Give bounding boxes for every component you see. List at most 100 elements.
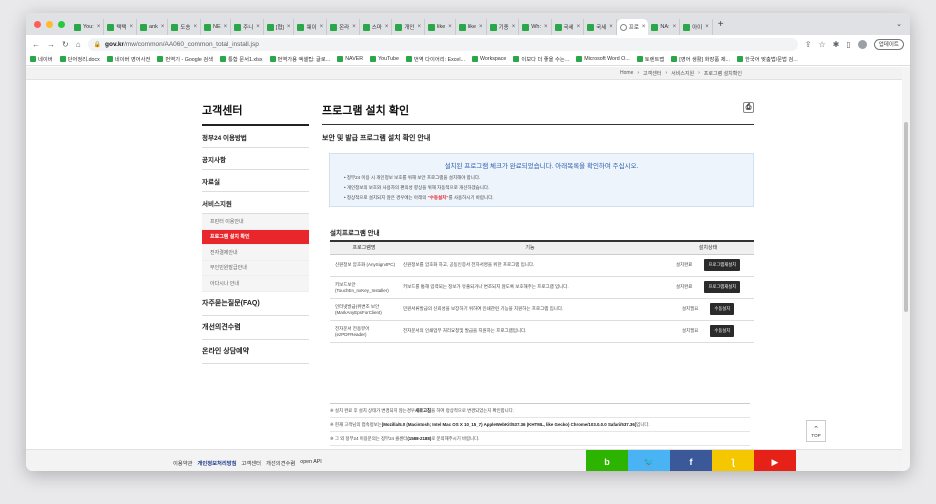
- footer-link[interactable]: 개선의견수렴: [266, 459, 295, 467]
- kakao-icon[interactable]: ƪ: [712, 450, 754, 471]
- close-tab-icon[interactable]: ×: [193, 24, 197, 30]
- install-button[interactable]: 프로그램재설치: [704, 281, 741, 293]
- footer-link[interactable]: open API: [300, 459, 322, 467]
- sidebar-subitem[interactable]: 프린터 이용안내: [202, 214, 309, 230]
- page-scrollbar[interactable]: [902, 67, 910, 471]
- browser-tab[interactable]: 웨이 ×: [294, 19, 328, 35]
- tab-search-icon[interactable]: ⌄: [896, 20, 902, 28]
- close-tab-icon[interactable]: ×: [448, 24, 452, 30]
- home-icon[interactable]: ⌂: [76, 40, 81, 49]
- close-tab-icon[interactable]: ×: [129, 24, 133, 30]
- twitter-icon[interactable]: 🐦: [628, 450, 670, 471]
- bookmark-item[interactable]: 토렌트맵: [636, 55, 664, 63]
- browser-tab[interactable]: like ×: [425, 19, 456, 35]
- footer-link[interactable]: 개인정보처리방침: [198, 459, 237, 467]
- sidebar-subitem[interactable]: 무인민원발급안내: [202, 260, 309, 276]
- browser-tab[interactable]: like ×: [456, 19, 487, 35]
- browser-tab[interactable]: 프로 ×: [616, 19, 649, 35]
- bookmark-item[interactable]: 통합 문서1.xlsx: [220, 55, 263, 63]
- extensions-icon[interactable]: ✱: [833, 40, 840, 49]
- install-button[interactable]: 수동설치: [710, 303, 735, 315]
- close-tab-icon[interactable]: ×: [479, 24, 483, 30]
- bookmark-item[interactable]: Workspace: [471, 56, 506, 62]
- new-tab-icon[interactable]: +: [718, 19, 724, 30]
- browser-tab[interactable]: NE ×: [201, 19, 232, 35]
- back-icon[interactable]: ←: [32, 40, 40, 49]
- forward-icon[interactable]: →: [47, 40, 55, 49]
- browser-tab[interactable]: 아이 ×: [680, 19, 713, 35]
- sidebar-subitem[interactable]: 전자결제안내: [202, 245, 309, 261]
- sidebar-item[interactable]: 개선의견수렴: [202, 316, 309, 340]
- browser-tab[interactable]: 주니 ×: [231, 19, 264, 35]
- browser-tab[interactable]: 온라 ×: [327, 19, 360, 35]
- breadcrumb-item[interactable]: 프로그램 설치확인: [704, 70, 742, 77]
- browser-tab[interactable]: NA: ×: [648, 19, 681, 35]
- bookmark-item[interactable]: 단어정리.docx: [59, 55, 100, 63]
- breadcrumb-item[interactable]: 서비스지원: [671, 70, 694, 77]
- browser-tab[interactable]: 스마 ×: [360, 19, 393, 35]
- sidebar-icon[interactable]: ▯: [846, 40, 850, 49]
- browser-tab[interactable]: ank ×: [137, 19, 169, 35]
- breadcrumb-item[interactable]: Home: [620, 70, 633, 77]
- sidebar-item[interactable]: 서비스지원: [202, 192, 309, 214]
- close-tab-icon[interactable]: ×: [320, 24, 324, 30]
- share-icon[interactable]: ⇪: [805, 40, 812, 49]
- browser-tab[interactable]: [협] ×: [264, 19, 295, 35]
- facebook-icon[interactable]: f: [670, 450, 712, 471]
- browser-tab[interactable]: 도송 ×: [168, 19, 201, 35]
- close-tab-icon[interactable]: ×: [97, 24, 101, 30]
- browser-tab[interactable]: 택택 ×: [104, 19, 137, 35]
- close-tab-icon[interactable]: ×: [287, 24, 291, 30]
- close-tab-icon[interactable]: ×: [161, 24, 165, 30]
- close-tab-icon[interactable]: ×: [642, 24, 646, 30]
- footer-link[interactable]: 이용약관: [173, 459, 193, 467]
- youtube-icon[interactable]: ▶: [754, 450, 796, 471]
- close-tab-icon[interactable]: ×: [512, 24, 516, 30]
- bookmark-item[interactable]: 한국어 맞춤법/문법 검...: [736, 55, 798, 63]
- close-tab-icon[interactable]: ×: [256, 24, 260, 30]
- bookmark-star-icon[interactable]: ☆: [818, 40, 825, 49]
- address-bar[interactable]: 🔒 gov.kr/mw/common/AA060_common_total_in…: [87, 37, 798, 51]
- sidebar-subitem[interactable]: 프로그램 설치 확인: [202, 229, 309, 245]
- minimize-window-icon[interactable]: [46, 20, 53, 28]
- install-button[interactable]: 프로그램재설치: [704, 259, 741, 271]
- sidebar-item[interactable]: 온라인 상담예약: [202, 340, 309, 364]
- print-icon[interactable]: ⎙: [743, 102, 754, 113]
- footer-link[interactable]: 고객센터: [242, 459, 262, 467]
- close-window-icon[interactable]: [34, 20, 41, 28]
- blog-icon[interactable]: b: [586, 450, 628, 471]
- browser-tab[interactable]: 국세 ×: [584, 19, 617, 35]
- close-tab-icon[interactable]: ×: [577, 24, 581, 30]
- browser-tab[interactable]: You: ×: [71, 19, 105, 35]
- bookmark-item[interactable]: NAVER: [337, 56, 363, 62]
- sidebar-item[interactable]: 자주묻는질문(FAQ): [202, 292, 309, 316]
- close-tab-icon[interactable]: ×: [224, 24, 228, 30]
- browser-tab[interactable]: 개인 ×: [392, 19, 425, 35]
- scrollbar-thumb[interactable]: [904, 122, 908, 312]
- browser-tab[interactable]: 국세 ×: [552, 19, 585, 35]
- close-tab-icon[interactable]: ×: [673, 24, 677, 30]
- bookmark-item[interactable]: 번역가용 엑셀팁: 글로...: [269, 55, 330, 63]
- update-button[interactable]: 업데이트: [873, 38, 904, 50]
- sidebar-item[interactable]: 자료실: [202, 170, 309, 192]
- reload-icon[interactable]: ↻: [62, 40, 69, 49]
- bookmark-item[interactable]: 이보다 더 좋을 수는...: [513, 55, 569, 63]
- close-tab-icon[interactable]: ×: [705, 24, 709, 30]
- bookmark-item[interactable]: 네이버: [30, 55, 53, 63]
- close-tab-icon[interactable]: ×: [417, 24, 421, 30]
- scroll-top-button[interactable]: ⌃ TOP: [806, 420, 826, 442]
- bookmark-item[interactable]: 번역기 - Google 검색: [157, 55, 213, 63]
- close-tab-icon[interactable]: ×: [609, 24, 613, 30]
- sidebar-item[interactable]: 공지사항: [202, 148, 309, 170]
- sidebar-item[interactable]: 정부24 이용방법: [202, 126, 309, 148]
- close-tab-icon[interactable]: ×: [544, 24, 548, 30]
- browser-tab[interactable]: 기종 ×: [487, 19, 520, 35]
- maximize-window-icon[interactable]: [58, 20, 65, 28]
- bookmark-item[interactable]: 번역 다이어리: Excel...: [405, 55, 465, 63]
- bookmark-item[interactable]: [영어 생활] 화장품 제...: [671, 55, 730, 63]
- profile-avatar-icon[interactable]: [857, 39, 867, 49]
- bookmark-item[interactable]: 네이버 영어사전: [106, 55, 150, 63]
- browser-tab[interactable]: Wh: ×: [519, 19, 552, 35]
- install-button[interactable]: 수동설치: [710, 325, 735, 337]
- sidebar-subitem[interactable]: 아다시나 안내: [202, 276, 309, 292]
